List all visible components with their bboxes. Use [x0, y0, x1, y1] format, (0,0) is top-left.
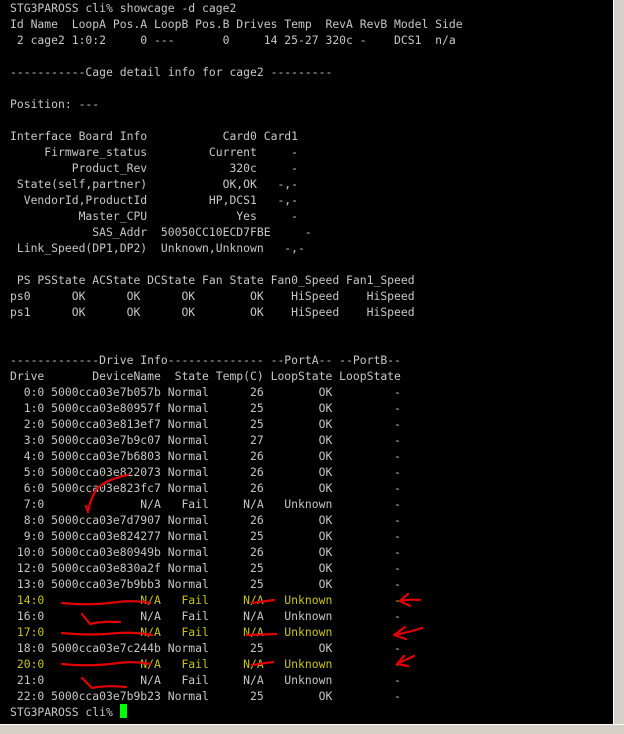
terminal-line: Interface Board Info Card0 Card1 [10, 129, 299, 143]
text-cursor [119, 704, 127, 718]
terminal-line: 8:0 5000cca03e7d7907 Normal 26 OK - [10, 513, 401, 527]
terminal-line: Product_Rev 320c - [10, 161, 299, 175]
terminal-line: 1:0 5000cca03e80957f Normal 25 OK - [10, 401, 401, 415]
terminal-line: ps0 OK OK OK OK HiSpeed HiSpeed [10, 289, 415, 303]
terminal-line: 10:0 5000cca03e80949b Normal 26 OK - [10, 545, 401, 559]
terminal-window: STG3PAROSS cli% showcage -d cage2 Id Name… [0, 0, 624, 734]
terminal-line: 0:0 5000cca03e7b057b Normal 26 OK - [10, 385, 401, 399]
terminal-line: 17:0 N/A Fail N/A Unknown - [10, 625, 401, 639]
terminal-line: -----------Cage detail info for cage2 --… [10, 65, 333, 79]
terminal-line: Master_CPU Yes - [10, 209, 299, 223]
terminal-output: STG3PAROSS cli% showcage -d cage2 Id Name… [0, 0, 613, 704]
terminal-line: 14:0 N/A Fail N/A Unknown - [10, 593, 401, 607]
terminal-line: 5:0 5000cca03e822073 Normal 26 OK - [10, 465, 401, 479]
terminal-line: State(self,partner) OK,OK -,- [10, 177, 299, 191]
prompt-text: STG3PAROSS cli% [10, 705, 120, 719]
terminal-line: PS PSState ACState DCState Fan State Fan… [10, 273, 415, 287]
terminal-line: 2 cage2 1:0:2 0 --- 0 14 25-27 320c - DC… [10, 33, 456, 47]
terminal-line: 22:0 5000cca03e7b9b23 Normal 25 OK - [10, 689, 401, 703]
prompt-line[interactable]: STG3PAROSS cli% [0, 704, 613, 720]
terminal-line: 7:0 N/A Fail N/A Unknown - [10, 497, 401, 511]
terminal-line: 3:0 5000cca03e7b9c07 Normal 27 OK - [10, 433, 401, 447]
terminal-line: VendorId,ProductId HP,DCS1 -,- [10, 193, 299, 207]
terminal-line: Position: --- [10, 97, 100, 111]
terminal-line: 20:0 N/A Fail N/A Unknown - [10, 657, 401, 671]
terminal-line: STG3PAROSS cli% showcage -d cage2 [10, 1, 237, 15]
terminal-line: 9:0 5000cca03e824277 Normal 25 OK - [10, 529, 401, 543]
terminal-line: Drive DeviceName State Temp(C) LoopState… [10, 369, 401, 383]
terminal-line: ps1 OK OK OK OK HiSpeed HiSpeed [10, 305, 415, 319]
vertical-scrollbar[interactable] [613, 0, 624, 724]
terminal-line: 6:0 5000cca03e823fc7 Normal 26 OK - [10, 481, 401, 495]
terminal-line: 21:0 N/A Fail N/A Unknown - [10, 673, 401, 687]
terminal-line: 2:0 5000cca03e813ef7 Normal 25 OK - [10, 417, 401, 431]
terminal-line: Link_Speed(DP1,DP2) Unknown,Unknown -,- [10, 241, 305, 255]
window-bottom-border [0, 724, 624, 734]
terminal-line: 13:0 5000cca03e7b9bb3 Normal 25 OK - [10, 577, 401, 591]
terminal-line: Id Name LoopA Pos.A LoopB Pos.B Drives T… [10, 17, 463, 31]
terminal-line: 16:0 N/A Fail N/A Unknown - [10, 609, 401, 623]
terminal-line: 18:0 5000cca03e7c244b Normal 25 OK - [10, 641, 401, 655]
terminal-line: -------------Drive Info-------------- --… [10, 353, 401, 367]
terminal-line: SAS_Addr 50050CC10ECD7FBE - [10, 225, 312, 239]
terminal-line: 12:0 5000cca03e830a2f Normal 25 OK - [10, 561, 401, 575]
terminal-screen[interactable]: STG3PAROSS cli% showcage -d cage2 Id Name… [0, 0, 613, 724]
terminal-line: Firmware_status Current - [10, 145, 299, 159]
terminal-line: 4:0 5000cca03e7b6803 Normal 26 OK - [10, 449, 401, 463]
